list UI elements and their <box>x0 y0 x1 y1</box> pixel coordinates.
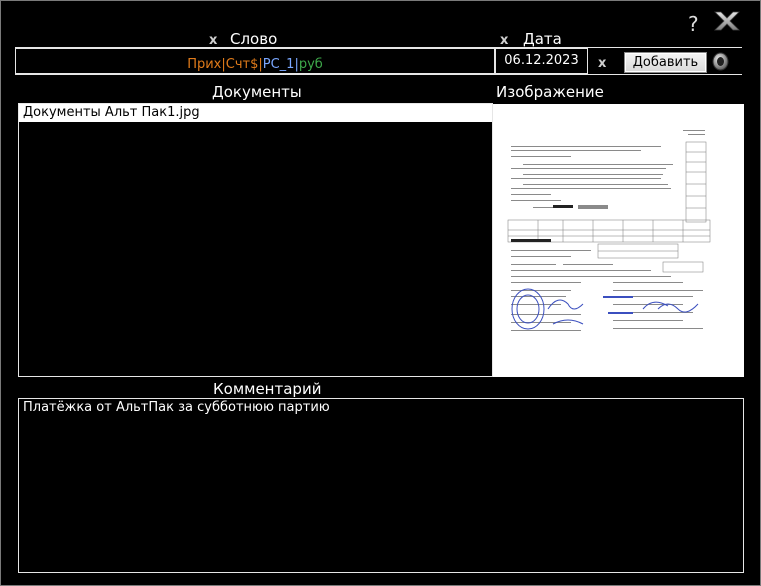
clear-filter-icon[interactable]: x <box>598 56 606 71</box>
close-icon[interactable] <box>713 10 741 32</box>
documents-list[interactable]: Документы Альт Пак1.jpg <box>18 103 493 377</box>
date-label: Дата <box>523 30 562 48</box>
image-title: Изображение <box>496 83 604 101</box>
word-input[interactable]: Прих|Счт$|PC_1|руб <box>15 48 495 74</box>
word-token: Прих <box>187 57 222 72</box>
list-item-label: Документы Альт Пак1.jpg <box>23 105 200 120</box>
comment-textarea[interactable]: Платёжка от АльтПак за субботнюю партию <box>18 398 744 573</box>
word-tokens: Прих|Счт$|PC_1|руб <box>16 53 494 72</box>
filter-row-bottom-line <box>15 74 742 75</box>
documents-title: Документы <box>212 83 302 101</box>
document-image <box>493 104 744 377</box>
word-token: руб <box>298 57 323 72</box>
comment-title: Комментарий <box>213 380 322 398</box>
date-value: 06.12.2023 <box>504 53 579 68</box>
word-token: PC_1 <box>262 57 295 72</box>
app-window: ? x Слово x Дата Прих|Счт$|PC_1|руб 06.1… <box>0 0 761 586</box>
invoice-scan-icon <box>493 104 744 377</box>
clear-date-icon[interactable]: x <box>500 33 508 48</box>
clear-word-icon[interactable]: x <box>209 33 217 48</box>
word-label: Слово <box>230 30 278 48</box>
add-button[interactable]: Добавить <box>624 52 707 73</box>
word-token: Счт$ <box>225 57 259 72</box>
help-icon[interactable]: ? <box>688 12 699 36</box>
knob-icon[interactable] <box>712 52 729 71</box>
list-item[interactable]: Документы Альт Пак1.jpg <box>19 104 492 122</box>
date-input[interactable]: 06.12.2023 <box>495 48 588 74</box>
comment-text: Платёжка от АльтПак за субботнюю партию <box>23 400 330 415</box>
